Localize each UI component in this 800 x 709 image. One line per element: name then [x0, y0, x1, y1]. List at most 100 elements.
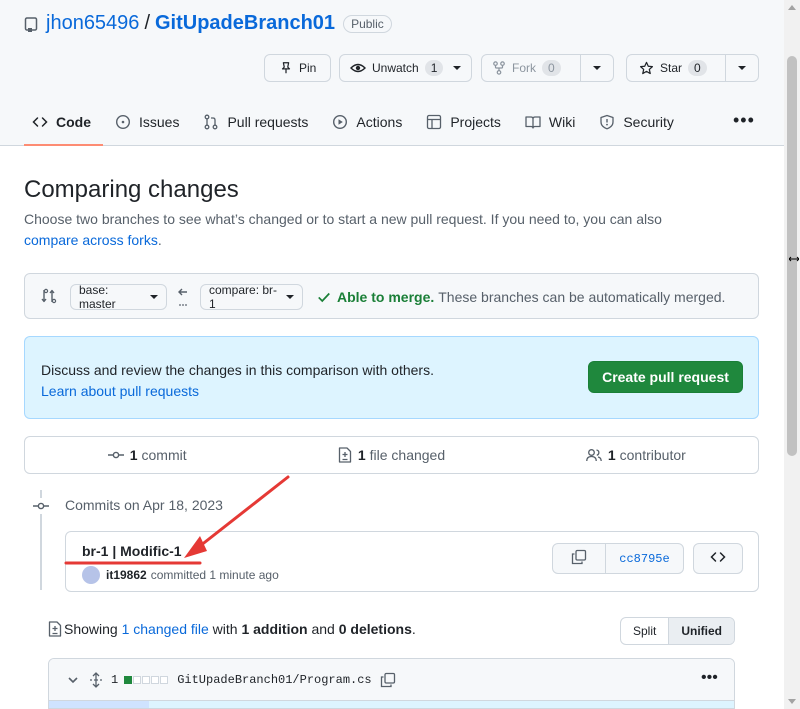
unified-view-button[interactable]: Unified: [668, 618, 735, 644]
chevron-down-icon: [453, 66, 462, 70]
compare-branch-label: compare: br-1: [209, 283, 278, 311]
file-diff: 1 GitUpadeBranch01/Program.cs •••: [48, 658, 735, 709]
diffstat-neutral-block: [151, 676, 160, 684]
showing-mid2: and: [311, 621, 335, 637]
unwatch-button[interactable]: Unwatch 1: [339, 54, 472, 82]
tab-projects[interactable]: Projects: [418, 104, 513, 140]
diffstat-neutral-block: [142, 676, 151, 684]
contributors-label: contributor: [619, 447, 686, 463]
star-icon: [639, 61, 654, 76]
tab-label: Issues: [139, 114, 180, 130]
tab-label: Code: [56, 114, 91, 130]
repo-icon: [24, 16, 38, 32]
additions-count: 1 addition: [241, 621, 308, 637]
check-icon: [317, 290, 331, 304]
star-count: 0: [688, 60, 707, 76]
commit-sha-link[interactable]: cc8795e: [605, 544, 683, 573]
flash-text: Discuss and review the changes in this c…: [41, 362, 434, 378]
compare-across-forks-link[interactable]: compare across forks: [24, 232, 158, 248]
tab-actions[interactable]: Actions: [324, 104, 414, 140]
create-pull-request-button[interactable]: Create pull request: [588, 361, 743, 393]
tab-security[interactable]: Security: [591, 104, 686, 140]
changed-files-link[interactable]: 1 changed file: [122, 621, 209, 637]
learn-pull-requests-link[interactable]: Learn about pull requests: [41, 383, 199, 399]
file-path[interactable]: GitUpadeBranch01/Program.cs: [177, 673, 371, 687]
contributors-tab[interactable]: 1 contributor: [514, 437, 758, 473]
table-icon: [426, 114, 442, 130]
diff-view-toggle: Split Unified: [620, 617, 736, 645]
fork-count: 0: [542, 60, 561, 76]
files-label: file changed: [369, 447, 446, 463]
unfold-icon[interactable]: [89, 672, 103, 688]
commit-icon: [107, 449, 124, 461]
chevron-down-icon: [286, 295, 294, 299]
tab-wiki[interactable]: Wiki: [517, 104, 587, 140]
fork-button[interactable]: Fork 0: [481, 54, 614, 82]
code-icon: [710, 549, 726, 568]
pull-request-flash: Discuss and review the changes in this c…: [24, 336, 759, 419]
copy-icon: [571, 549, 587, 568]
pull-request-icon: [203, 114, 219, 130]
visibility-badge: Public: [343, 14, 392, 33]
people-icon: [585, 448, 602, 462]
tab-pull-requests[interactable]: Pull requests: [195, 104, 320, 140]
scrollbar[interactable]: [784, 0, 800, 709]
file-header: 1 GitUpadeBranch01/Program.cs •••: [49, 659, 734, 701]
diffstat-addition-block: [124, 676, 133, 684]
arrow-left-icon: [177, 286, 189, 311]
chevron-down-icon: [150, 295, 158, 299]
page-title: Comparing changes: [24, 176, 239, 203]
watch-count: 1: [424, 60, 444, 76]
page-description: Choose two branches to see what’s change…: [24, 209, 704, 251]
tab-label: Actions: [356, 114, 403, 130]
scroll-up-icon[interactable]: [788, 5, 796, 10]
commits-tab[interactable]: 1 commit: [25, 437, 269, 473]
commit-time: committed 1 minute ago: [150, 568, 279, 582]
file-diff-icon: [48, 621, 62, 637]
pin-button[interactable]: Pin: [264, 54, 331, 82]
files-summary: Showing 1 changed file with 1 addition a…: [48, 621, 416, 637]
chevron-down-icon: [593, 66, 602, 70]
merge-text: These branches can be automatically merg…: [438, 289, 726, 305]
repo-name-link[interactable]: GitUpadeBranch01: [155, 12, 335, 35]
split-view-button[interactable]: Split: [621, 618, 668, 644]
repo-title: jhon65496 / GitUpadeBranch01 Public: [24, 12, 392, 35]
commits-label: commit: [141, 447, 187, 463]
commit-author[interactable]: it19862: [106, 568, 147, 582]
file-change-count: 1: [111, 673, 119, 687]
play-icon: [332, 114, 348, 130]
tab-code[interactable]: Code: [24, 104, 103, 146]
diffstat-neutral-block: [133, 676, 142, 684]
browse-repo-button[interactable]: [693, 543, 743, 574]
diffstat-bar: [124, 676, 169, 684]
copy-sha-button[interactable]: [553, 544, 605, 573]
tab-label: Pull requests: [227, 114, 309, 130]
file-menu-button[interactable]: •••: [701, 669, 718, 687]
copy-icon[interactable]: [380, 672, 396, 688]
scroll-down-icon[interactable]: [788, 699, 796, 704]
star-dropdown[interactable]: [725, 55, 758, 81]
files-tab[interactable]: 1 file changed: [269, 437, 513, 473]
eye-icon: [350, 61, 366, 75]
description-text: Choose two branches to see what’s change…: [24, 211, 662, 227]
contributors-count: 1: [607, 447, 616, 463]
unwatch-label: Unwatch: [372, 61, 419, 75]
repo-owner-link[interactable]: jhon65496: [46, 12, 139, 35]
fork-dropdown[interactable]: [580, 55, 613, 81]
diff-line-numbers: [49, 701, 149, 708]
files-count: 1: [357, 447, 366, 463]
star-button[interactable]: Star 0: [626, 54, 759, 82]
resize-cursor-icon: [788, 253, 800, 267]
range-editor: base: master compare: br-1 Able to merge…: [24, 273, 759, 319]
avatar[interactable]: [82, 566, 100, 584]
tab-label: Wiki: [548, 114, 576, 130]
chevron-down-icon[interactable]: [67, 674, 79, 686]
tab-issues[interactable]: Issues: [107, 104, 191, 140]
base-branch-select[interactable]: base: master: [70, 283, 167, 311]
commit-title-link[interactable]: br-1 | Modific-1: [82, 543, 182, 559]
issue-icon: [115, 114, 131, 130]
compare-branch-select[interactable]: compare: br-1: [200, 283, 303, 311]
flash-message: Discuss and review the changes in this c…: [41, 360, 434, 402]
more-tabs-button[interactable]: •••: [733, 110, 755, 131]
commits-count: 1: [129, 447, 138, 463]
